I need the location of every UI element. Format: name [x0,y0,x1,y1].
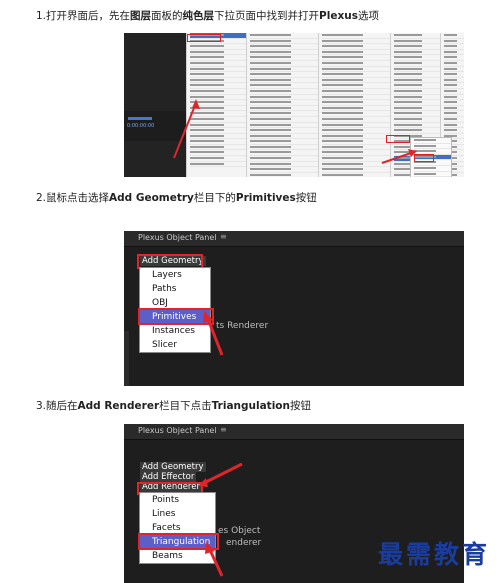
red-arrow-2 [203,311,224,356]
screenshot-add-geometry: Plexus Object Panel ≡ Add Geometry ts Re… [124,231,464,386]
screenshot-layer-menu: 0:00:00:00 [124,33,464,177]
watermark-logo: 最需教育 [378,540,491,569]
red-arrow-1 [173,99,417,164]
step2-text: 2.鼠标点击选择Add Geometry栏目下的Primitives按钮 [36,192,317,204]
step1-text: 1.打开界面后，先在图层面板的纯色层下拉页面中找到并打开Plexus选项 [36,10,379,22]
step3-text: 3.随后在Add Renderer栏目下点击Triangulation按钮 [36,400,311,412]
